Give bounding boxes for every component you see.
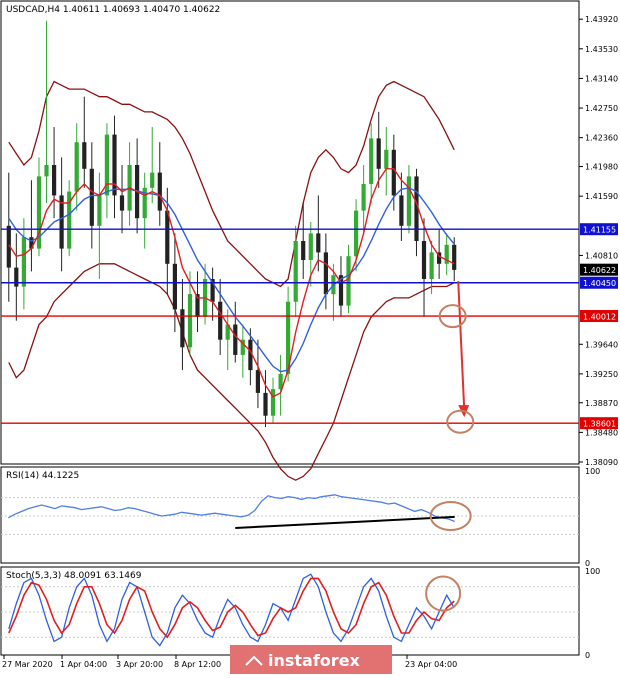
- time-tick-label: 1 Apr 04:00: [60, 660, 107, 669]
- candle-body: [218, 301, 223, 340]
- price-tick-label: 1.39640: [585, 340, 618, 349]
- price-tick-label: 1.42750: [585, 104, 618, 113]
- candle-body: [180, 309, 185, 348]
- candle-body: [233, 324, 238, 355]
- level-label: 1.40012: [583, 313, 616, 322]
- candle-body: [361, 184, 366, 211]
- candle-body: [391, 149, 396, 196]
- stoch-tick-label: 100: [585, 567, 600, 576]
- candle-body: [399, 195, 404, 226]
- candle-body: [293, 241, 298, 302]
- price-tick-label: 1.41980: [585, 163, 618, 172]
- instaforex-watermark: instaforex: [230, 645, 392, 674]
- candle-body: [308, 233, 313, 260]
- level-label: 1.41155: [583, 226, 616, 235]
- candle-body: [270, 389, 276, 416]
- price-tick-label: 1.43530: [585, 45, 618, 54]
- candle-body: [323, 252, 328, 295]
- price-tick-label: 1.38480: [585, 428, 618, 437]
- candle-body: [52, 165, 57, 196]
- candle-body: [421, 241, 427, 279]
- candle-body: [384, 149, 389, 169]
- rsi-tick-label: 100: [585, 467, 600, 476]
- level-label: 1.40450: [583, 279, 616, 288]
- candle-body: [150, 172, 155, 188]
- time-tick-label: 27 Mar 2020: [2, 660, 53, 669]
- chart-svg: 1.41155 1.40450 1.40012 1.38601 1.40622 1.43…: [0, 0, 620, 674]
- candle-body: [346, 256, 351, 306]
- price-tick-label: 1.42360: [585, 134, 618, 143]
- current-price-label: 1.40622: [583, 266, 616, 275]
- candle-body: [429, 252, 434, 279]
- candle-body: [255, 370, 260, 393]
- candle-body: [97, 195, 102, 226]
- price-tick-label: 1.38090: [585, 458, 618, 467]
- candle-body: [21, 237, 26, 287]
- watermark-text: instaforex: [268, 651, 361, 670]
- price-tick-label: 1.40810: [585, 251, 618, 260]
- candle-body: [44, 165, 49, 177]
- candle-body: [89, 168, 94, 226]
- candle-body: [14, 267, 19, 287]
- candle-body: [119, 195, 125, 211]
- candle-body: [369, 138, 374, 184]
- candle-body: [452, 244, 457, 270]
- time-tick-label: 23 Apr 04:00: [405, 660, 457, 669]
- price-tick-label: 1.41590: [585, 192, 618, 201]
- candle-body: [172, 263, 177, 310]
- chart-window: 1.41155 1.40450 1.40012 1.38601 1.40622 1.43…: [0, 0, 620, 674]
- price-tick-label: 1.43140: [585, 74, 618, 83]
- candle-body: [406, 176, 411, 226]
- main-chart-title: USDCAD,H4 1.40611 1.40693 1.40470 1.4062…: [6, 5, 220, 15]
- price-tick-label: 1.38870: [585, 399, 618, 408]
- candle-body: [82, 142, 87, 169]
- candle-body: [263, 392, 268, 416]
- stoch-title: Stoch(5,3,3) 48.0091 63.1469: [6, 571, 142, 581]
- candle-body: [301, 241, 306, 260]
- candle-body: [376, 138, 381, 169]
- candle-body: [165, 210, 170, 264]
- candle-body: [316, 233, 321, 253]
- price-tick-label: 1.39250: [585, 370, 618, 379]
- level-label: 1.38601: [583, 420, 616, 429]
- rsi-title: RSI(14) 44.1225: [6, 471, 79, 481]
- price-tick-label: 1.43920: [585, 15, 618, 24]
- stoch-tick-label: 0: [585, 651, 590, 660]
- candle-body: [157, 172, 162, 211]
- time-tick-label: 3 Apr 20:00: [116, 660, 163, 669]
- time-tick-label: 8 Apr 12:00: [174, 660, 221, 669]
- candle-body: [354, 210, 359, 257]
- candle-body: [74, 142, 79, 192]
- candle-body: [187, 294, 193, 348]
